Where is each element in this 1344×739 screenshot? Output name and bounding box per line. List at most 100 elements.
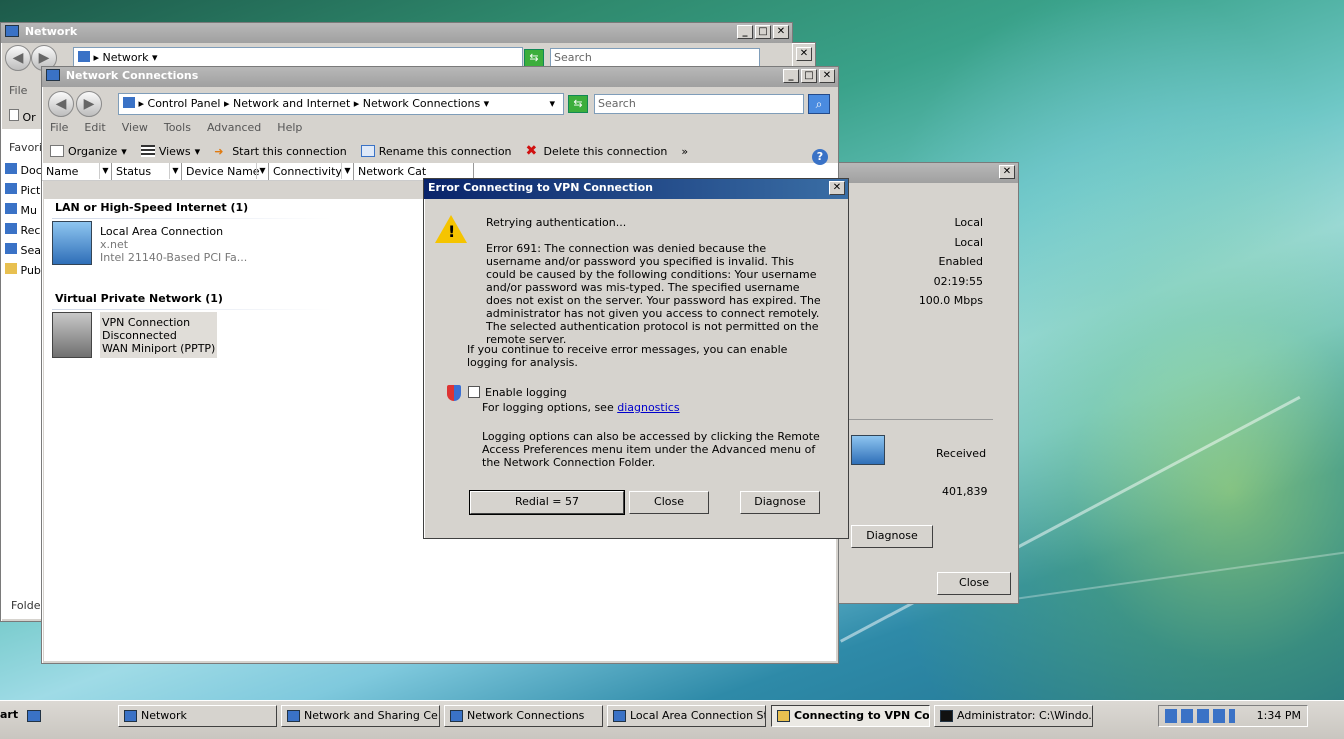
list-item-vpn-connection[interactable]: VPN Connection Disconnected WAN Miniport… (52, 312, 218, 358)
refresh-icon[interactable]: ⇆ (524, 49, 544, 67)
col-status[interactable]: Status ▼ (112, 163, 182, 180)
status-window: ✕ Local Local Enabled 02:19:55 100.0 Mbp… (836, 162, 1019, 604)
clock[interactable]: 1:34 PM (1257, 709, 1301, 722)
connections-titlebar[interactable]: Network Connections _ □ ✕ (42, 67, 838, 87)
status-values: Local Local Enabled 02:19:55 100.0 Mbps (837, 213, 983, 311)
close-button[interactable]: ✕ (819, 69, 835, 83)
favorites-header: Favori (9, 141, 42, 154)
delete-x-icon: ✖ (525, 143, 538, 159)
error-titlebar[interactable]: Error Connecting to VPN Connection ✕ (424, 179, 848, 199)
control-panel-icon (123, 97, 135, 108)
close-button[interactable]: ✕ (796, 47, 812, 61)
task-network-sharing[interactable]: Network and Sharing Ce... (281, 705, 440, 727)
diagnostics-link[interactable]: diagnostics (617, 401, 679, 414)
error-dialog-title: Error Connecting to VPN Connection (428, 181, 653, 194)
menu-help[interactable]: Help (277, 121, 302, 135)
chevron-down-icon[interactable]: ▼ (341, 163, 353, 179)
connections-search-input[interactable]: Search (594, 94, 804, 114)
more-toolbar-button[interactable]: » (681, 145, 688, 158)
status-media-state: Local (954, 216, 983, 229)
chevron-down-icon[interactable]: ▼ (256, 163, 268, 179)
rename-connection-button[interactable]: Rename this connection (360, 145, 512, 158)
task-network-connections[interactable]: Network Connections (444, 705, 603, 727)
maximize-button[interactable]: □ (755, 25, 771, 39)
logging-options-text: For logging options, see diagnostics (482, 401, 680, 414)
vpn-connection-icon (52, 312, 92, 358)
back-icon[interactable]: ◀ (5, 45, 31, 71)
breadcrumb-network-internet[interactable]: Network and Internet (233, 97, 350, 110)
network-window-title: Network (24, 25, 78, 38)
nav-item[interactable]: Doc (5, 163, 42, 177)
retrying-text: Retrying authentication... (486, 216, 627, 229)
task-local-area-status[interactable]: Local Area Connection St... (607, 705, 766, 727)
group-vpn-header[interactable]: Virtual Private Network (1) (55, 292, 223, 305)
error-close-button[interactable]: Close (629, 491, 709, 514)
status-titlebar[interactable]: ✕ (837, 163, 1018, 183)
network-search-input[interactable]: Search (550, 48, 760, 68)
vpn-device: WAN Miniport (PPTP) (102, 342, 216, 355)
help-icon[interactable]: ? (812, 149, 828, 165)
sharing-center-icon (287, 710, 300, 722)
back-icon[interactable]: ◀ (48, 91, 74, 117)
nav-item[interactable]: Pict (5, 183, 40, 197)
divider (847, 419, 993, 420)
minimize-button[interactable]: _ (737, 25, 753, 39)
forward-icon[interactable]: ▶ (76, 91, 102, 117)
task-connecting-vpn[interactable]: Connecting to VPN Co... (771, 705, 930, 727)
search-icon[interactable]: ⌕ (808, 94, 830, 114)
network-connections-icon (450, 710, 463, 722)
show-desktop-icon[interactable] (27, 710, 41, 722)
col-device-name[interactable]: Device Name ▼ (182, 163, 269, 180)
error-diagnose-button[interactable]: Diagnose (740, 491, 820, 514)
menu-advanced[interactable]: Advanced (207, 121, 261, 135)
menu-edit[interactable]: Edit (84, 121, 105, 135)
network-titlebar[interactable]: Network _ □ ✕ (1, 23, 792, 43)
folder-icon (777, 710, 790, 722)
tray-icons[interactable] (1165, 709, 1235, 723)
enable-logging-label[interactable]: Enable logging (485, 386, 567, 399)
organize-icon (50, 145, 64, 157)
status-close-button[interactable]: Close (937, 572, 1011, 595)
menu-file[interactable]: File (50, 121, 68, 135)
chevron-down-icon[interactable]: ▼ (99, 163, 111, 179)
delete-connection-button[interactable]: ✖ Delete this connection (525, 143, 668, 159)
folder-icon (5, 223, 17, 234)
task-network[interactable]: Network (118, 705, 277, 727)
organize-button[interactable]: Organize ▾ (50, 145, 127, 158)
logging-note: Logging options can also be accessed by … (482, 430, 820, 469)
nav-item[interactable]: Rec (5, 223, 40, 237)
connections-address-bar[interactable]: ▸ Control Panel ▸ Network and Internet ▸… (118, 93, 564, 115)
nav-item[interactable]: Pub (5, 263, 41, 277)
menu-view[interactable]: View (122, 121, 148, 135)
list-item-local-area-connection[interactable]: Local Area Connection x.net Intel 21140-… (52, 219, 247, 265)
col-name[interactable]: Name ▼ (42, 163, 112, 180)
views-button[interactable]: Views ▾ (140, 145, 200, 158)
maximize-button[interactable]: □ (801, 69, 817, 83)
nav-item[interactable]: Mu (5, 203, 37, 217)
folders-header[interactable]: Folde (11, 599, 40, 612)
breadcrumb-control-panel[interactable]: Control Panel (148, 97, 221, 110)
start-connection-button[interactable]: ➜ Start this connection (214, 145, 347, 159)
start-button[interactable]: art (0, 708, 18, 721)
close-button[interactable]: ✕ (999, 165, 1015, 179)
minimize-button[interactable]: _ (783, 69, 799, 83)
refresh-icon[interactable]: ⇆ (568, 95, 588, 113)
status-ipv6: Local (954, 235, 983, 249)
arrow-right-icon: ➜ (214, 145, 224, 158)
close-button[interactable]: ✕ (829, 181, 845, 195)
col-connectivity[interactable]: Connectivity ▼ (269, 163, 354, 180)
group-lan-header[interactable]: LAN or High-Speed Internet (1) (55, 201, 248, 214)
network-toolbar-organize[interactable]: Or (9, 109, 36, 124)
connections-menubar: File Edit View Tools Advanced Help (42, 117, 838, 139)
redial-button[interactable]: Redial = 57 (469, 490, 625, 515)
breadcrumb-network-connections[interactable]: Network Connections (363, 97, 480, 110)
menu-tools[interactable]: Tools (164, 121, 191, 135)
network-menu-file[interactable]: File (9, 84, 27, 97)
enable-logging-checkbox[interactable] (468, 386, 480, 398)
status-diagnose-button[interactable]: Diagnose (851, 525, 933, 548)
nav-item[interactable]: Sea (5, 243, 41, 257)
address-dropdown-icon[interactable]: ▾ (549, 97, 555, 110)
close-button[interactable]: ✕ (773, 25, 789, 39)
task-admin-cmd[interactable]: Administrator: C:\Windo... (934, 705, 1093, 727)
chevron-down-icon[interactable]: ▼ (169, 163, 181, 179)
